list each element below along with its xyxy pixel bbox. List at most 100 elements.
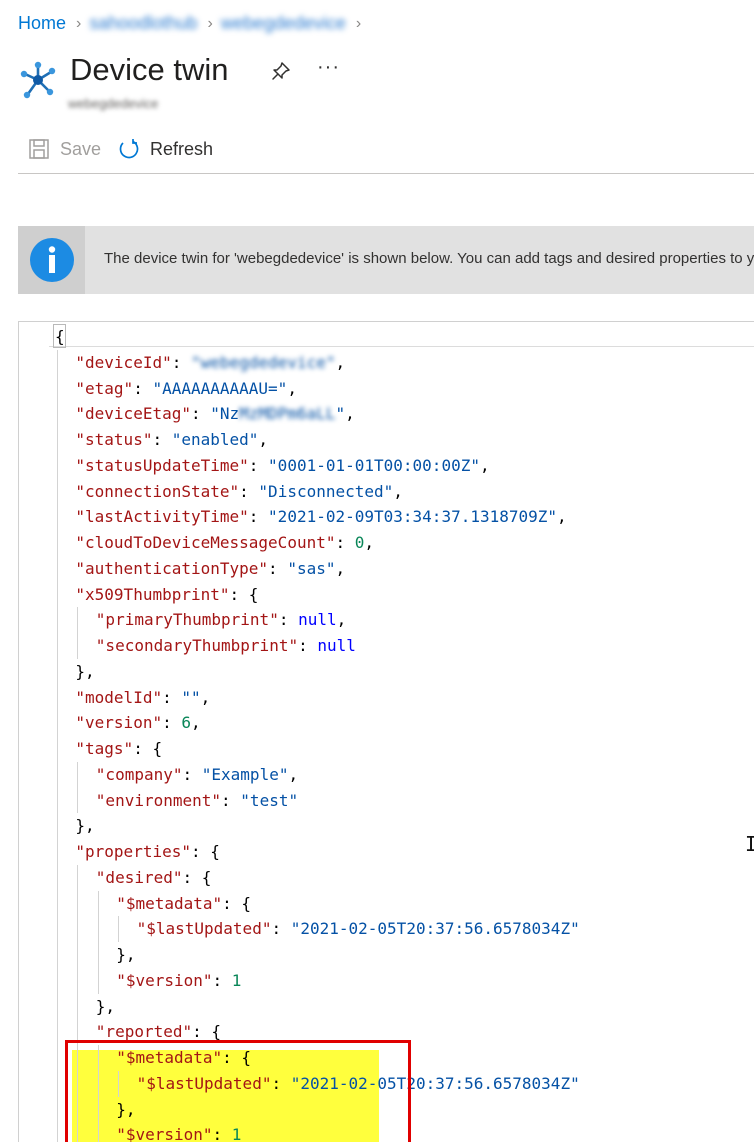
code-line[interactable]: "tags": { (75, 736, 162, 762)
info-banner: The device twin for 'webegdedevice' is s… (18, 226, 754, 294)
code-token: , (335, 558, 346, 578)
code-token: "reported" (95, 1022, 193, 1042)
code-token: "properties" (75, 842, 191, 861)
code-token: , (557, 507, 567, 527)
indent-guide (118, 916, 120, 942)
code-token: "desired" (95, 867, 183, 887)
code-token: : (171, 352, 191, 372)
code-token: }, (75, 816, 95, 836)
code-token: "tags" (75, 739, 134, 758)
code-token: : { (190, 842, 220, 861)
refresh-icon (119, 139, 139, 159)
code-token: "connectionState" (75, 481, 240, 501)
code-token: , (336, 610, 347, 630)
code-line[interactable]: "connectionState": "Disconnected", (75, 479, 403, 505)
breadcrumb-home[interactable]: Home (18, 13, 66, 34)
code-token: 6 (181, 713, 191, 733)
code-token: : (239, 481, 259, 501)
chevron-right-icon: › (207, 14, 213, 32)
code-token: : { (192, 1022, 222, 1042)
info-icon-container (18, 226, 85, 294)
code-line[interactable]: "primaryThumbprint": null, (96, 607, 346, 633)
code-token: "authenticationType" (75, 558, 269, 578)
code-token: " (335, 404, 346, 424)
current-line-border (49, 346, 754, 347)
code-token: "version" (75, 713, 163, 733)
code-token: 0 (354, 533, 365, 552)
code-token: "$lastUpdated" (136, 919, 272, 939)
code-token: : (162, 713, 182, 733)
code-token: "etag" (75, 378, 134, 398)
pin-icon[interactable] (270, 60, 292, 82)
code-line[interactable]: "etag": "AAAAAAAAAAU=", (75, 376, 297, 402)
refresh-button[interactable]: Refresh (118, 138, 213, 160)
code-line[interactable]: "status": "enabled", (75, 427, 268, 453)
code-token: : (182, 764, 202, 784)
save-button[interactable]: Save (28, 138, 101, 160)
code-token: : (268, 558, 288, 578)
code-line[interactable]: "deviceId": "webegdedevice", (75, 350, 345, 376)
code-token: , (364, 533, 375, 552)
code-line[interactable]: "cloudToDeviceMessageCount": 0, (75, 530, 374, 556)
code-line[interactable]: "secondaryThumbprint": null (96, 633, 356, 659)
code-line[interactable]: "$metadata": { (116, 891, 251, 917)
code-token: : (271, 919, 291, 939)
breadcrumb-hub[interactable]: sahoodlothub (89, 13, 197, 34)
code-line[interactable]: }, (96, 994, 115, 1020)
code-line[interactable]: "x509Thumbprint": { (75, 582, 258, 608)
code-line[interactable]: }, (75, 659, 94, 685)
code-line[interactable]: "$version": 1 (116, 968, 241, 994)
code-token: "environment" (95, 790, 222, 810)
code-line[interactable]: }, (75, 813, 94, 839)
code-line[interactable]: "version": 6, (75, 710, 200, 736)
code-token: }, (75, 661, 95, 681)
indent-guide (97, 890, 99, 994)
code-token: , (335, 352, 346, 372)
info-icon (29, 238, 74, 282)
chevron-right-icon: › (76, 14, 82, 32)
code-token: "$metadata" (116, 893, 223, 913)
code-line[interactable]: "statusUpdateTime": "0001-01-01T00:00:00… (75, 453, 489, 479)
code-token: , (191, 713, 201, 733)
code-token: "cloudToDeviceMessageCount" (75, 533, 336, 552)
indent-guide (77, 761, 79, 814)
save-icon (29, 139, 49, 159)
code-token: , (287, 378, 297, 398)
code-token: "primaryThumbprint" (95, 610, 279, 630)
code-line[interactable]: "deviceEtag": "NzMzMDPm6aLL", (75, 401, 354, 427)
save-label: Save (60, 138, 102, 159)
indent-guide (57, 349, 58, 1142)
code-token: MzMDPm6aLL (239, 404, 336, 424)
code-line[interactable]: "authenticationType": "sas", (75, 556, 345, 582)
code-line[interactable]: }, (116, 942, 135, 968)
breadcrumb-device[interactable]: webegdedevice (221, 13, 346, 34)
code-token: "deviceEtag" (75, 404, 191, 424)
code-token: : (278, 610, 299, 630)
code-token: "lastActivityTime" (75, 507, 249, 527)
code-token: , (393, 481, 403, 501)
code-token: "Disconnected" (258, 481, 394, 501)
more-icon[interactable]: ··· (317, 56, 340, 79)
code-line[interactable]: "desired": { (96, 865, 212, 891)
code-token: }, (95, 996, 116, 1016)
code-token: "sas" (287, 558, 336, 578)
code-token: "Example" (201, 764, 289, 784)
code-line[interactable]: "environment": "test" (96, 788, 298, 814)
code-token: , (200, 687, 211, 707)
code-line[interactable]: "modelId": "", (75, 685, 210, 711)
code-token: : { (222, 893, 252, 913)
code-token: , (345, 404, 355, 424)
code-line[interactable]: { (55, 324, 65, 350)
code-line[interactable]: "company": "Example", (96, 762, 298, 788)
code-line[interactable]: "lastActivityTime": "2021-02-09T03:34:37… (75, 504, 566, 530)
code-token: "statusUpdateTime" (75, 455, 249, 475)
code-line[interactable]: "$lastUpdated": "2021-02-05T20:37:56.657… (137, 916, 580, 942)
code-token: 1 (231, 970, 242, 990)
code-token: "2021-02-05T20:37:56.6578034Z" (290, 919, 580, 939)
code-token: : (162, 687, 182, 707)
tags-annotation-box (65, 1040, 411, 1142)
code-token: : { (229, 584, 259, 604)
device-twin-json-editor[interactable]: { "deviceId": "webegdedevice", "etag": "AA… (18, 321, 754, 1142)
code-token: "webegdedevice" (190, 352, 336, 372)
code-line[interactable]: "properties": { (75, 839, 220, 865)
